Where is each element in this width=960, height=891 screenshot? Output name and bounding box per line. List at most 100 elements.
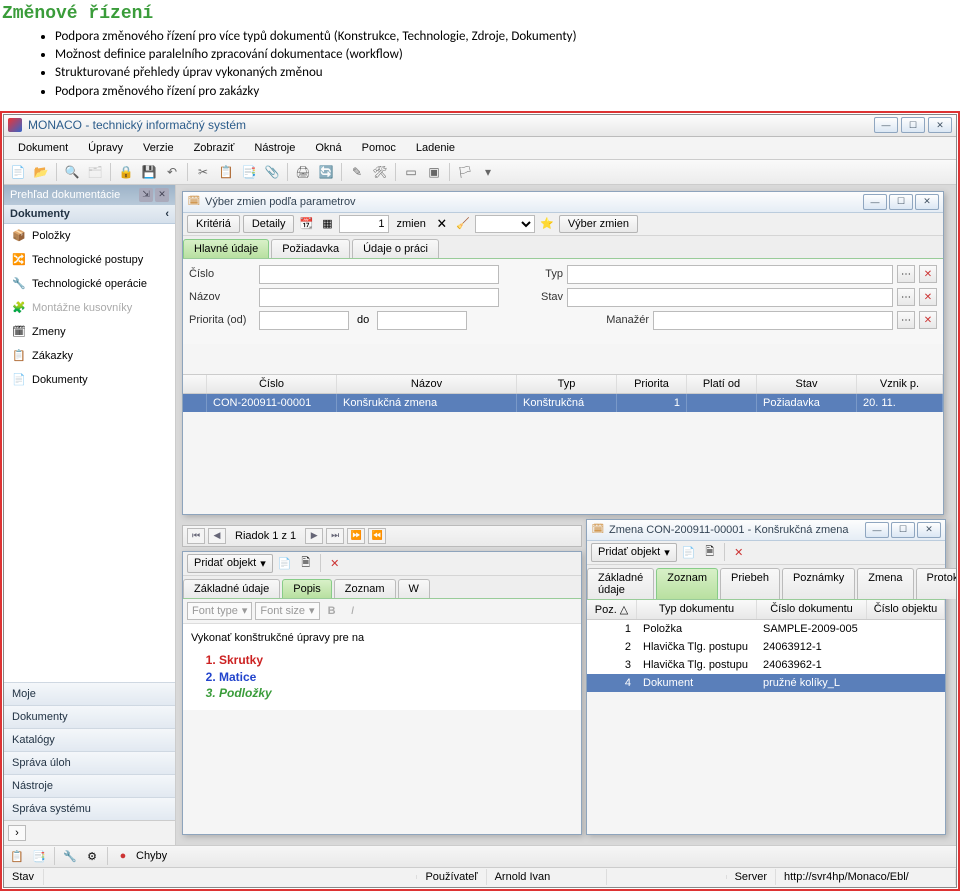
- tab-w[interactable]: W: [398, 579, 430, 598]
- font-size-combo[interactable]: Font size▾: [255, 602, 319, 620]
- sidebar-item-polozky[interactable]: 📦Položky: [4, 224, 175, 248]
- dropdown-icon[interactable]: ▾: [478, 162, 498, 182]
- accordion-sprava-systemu[interactable]: Správa systému: [4, 797, 175, 820]
- minimize-button[interactable]: —: [874, 117, 898, 133]
- delete-icon[interactable]: ✕: [730, 543, 748, 561]
- menu-zobrazit[interactable]: Zobraziť: [184, 139, 245, 157]
- tab-popis[interactable]: Popis: [282, 579, 332, 598]
- tool2-icon[interactable]: 🛠: [370, 162, 390, 182]
- tab-protokol[interactable]: Protokol: [916, 568, 956, 599]
- window2-icon[interactable]: ▣: [424, 162, 444, 182]
- tab-priebeh[interactable]: Priebeh: [720, 568, 780, 599]
- priorita-do-input[interactable]: [377, 311, 467, 330]
- detaily-button[interactable]: Detaily: [243, 215, 295, 233]
- col-plati-od[interactable]: Platí od: [687, 375, 757, 393]
- col-cislo[interactable]: Číslo: [207, 375, 337, 393]
- stav-input[interactable]: [567, 288, 893, 307]
- status-icon4[interactable]: ⚙: [83, 847, 101, 865]
- close-button[interactable]: ✕: [928, 117, 952, 133]
- tab-zakladne-udaje[interactable]: Základné údaje: [183, 579, 280, 598]
- col-cislo-dokumentu[interactable]: Číslo dokumentu: [757, 600, 867, 619]
- tool1-icon[interactable]: ✎: [347, 162, 367, 182]
- sidebar-item-postupy[interactable]: 🔀Technologické postupy: [4, 248, 175, 272]
- doc-row[interactable]: 2Hlavička Tlg. postupu24063912-1: [587, 638, 945, 656]
- maximize-button[interactable]: ☐: [901, 117, 925, 133]
- col-typ-dokumentu[interactable]: Typ dokumentu: [637, 600, 757, 619]
- accordion-moje[interactable]: Moje: [4, 682, 175, 705]
- chyby-label[interactable]: Chyby: [136, 850, 167, 862]
- col-vznik[interactable]: Vznik p.: [857, 375, 943, 393]
- typ-input[interactable]: [567, 265, 893, 284]
- win-min-button[interactable]: —: [865, 522, 889, 538]
- open-icon[interactable]: 📂: [31, 162, 51, 182]
- stav-lookup-button[interactable]: ⋯: [897, 288, 915, 306]
- undo-icon[interactable]: ↶: [162, 162, 182, 182]
- italic-button[interactable]: I: [344, 602, 362, 620]
- win-min-button[interactable]: —: [863, 194, 887, 210]
- pager-next-button[interactable]: ▶: [305, 528, 323, 544]
- sidebar-item-dokumenty[interactable]: 📄Dokumenty: [4, 368, 175, 392]
- menu-upravy[interactable]: Úpravy: [78, 139, 133, 157]
- remove-filter-icon[interactable]: 🗙: [433, 215, 451, 233]
- typ-clear-button[interactable]: ✕: [919, 265, 937, 283]
- pager-fastfwd-button[interactable]: ⏩: [347, 528, 365, 544]
- win-close-button[interactable]: ✕: [917, 522, 941, 538]
- tool-icon[interactable]: 📄: [276, 554, 294, 572]
- delete-icon[interactable]: ✕: [326, 554, 344, 572]
- filter-select[interactable]: [475, 215, 535, 233]
- error-icon[interactable]: ●: [114, 847, 132, 865]
- sidebar-section-dokumenty[interactable]: Dokumenty ‹: [4, 205, 175, 224]
- win-close-button[interactable]: ✕: [915, 194, 939, 210]
- sidebar-pin-icon[interactable]: ⇲: [139, 188, 153, 202]
- priorita-od-input[interactable]: [259, 311, 349, 330]
- vyber-zmien-button[interactable]: Výber zmien: [559, 215, 638, 233]
- menu-nastroje[interactable]: Nástroje: [244, 139, 305, 157]
- tool-icon2[interactable]: 🗎: [701, 543, 719, 561]
- doc-row[interactable]: 3Hlavička Tlg. postupu24063962-1: [587, 656, 945, 674]
- col-typ[interactable]: Typ: [517, 375, 617, 393]
- font-type-combo[interactable]: Font type▾: [187, 602, 252, 620]
- doc-row[interactable]: 1PoložkaSAMPLE-2009-005: [587, 620, 945, 638]
- copy-icon[interactable]: 📋: [216, 162, 236, 182]
- grid-icon[interactable]: ▦: [318, 215, 336, 233]
- sidebar-close-icon[interactable]: ✕: [155, 188, 169, 202]
- pager-prev-button[interactable]: ◀: [208, 528, 226, 544]
- lock-icon[interactable]: 🔒: [116, 162, 136, 182]
- col-blank[interactable]: [183, 375, 207, 393]
- sidebar-item-zakazky[interactable]: 📋Zákazky: [4, 344, 175, 368]
- sidebar-expand-button[interactable]: ›: [8, 825, 26, 841]
- win-max-button[interactable]: ☐: [891, 522, 915, 538]
- col-priorita[interactable]: Priorita: [617, 375, 687, 393]
- count-input[interactable]: [339, 215, 389, 233]
- tab-udaje-o-praci[interactable]: Údaje o práci: [352, 239, 439, 258]
- tab-hlavne-udaje[interactable]: Hlavné údaje: [183, 239, 269, 258]
- accordion-dokumenty[interactable]: Dokumenty: [4, 705, 175, 728]
- accordion-sprava-uloh[interactable]: Správa úloh: [4, 751, 175, 774]
- col-nazov[interactable]: Názov: [337, 375, 517, 393]
- doc-row[interactable]: 4Dokumentpružné kolíky_L: [587, 674, 945, 692]
- editor-body[interactable]: Vykonať konštrukčné úpravy pre na Skrutk…: [183, 624, 581, 710]
- status-icon2[interactable]: 📑: [30, 847, 48, 865]
- paste-special-icon[interactable]: 📎: [262, 162, 282, 182]
- manazer-input[interactable]: [653, 311, 893, 330]
- new-doc-icon[interactable]: 📄: [8, 162, 28, 182]
- tool-icon[interactable]: 📄: [680, 543, 698, 561]
- save-icon[interactable]: 💾: [139, 162, 159, 182]
- sidebar-item-operacie[interactable]: 🔧Technologické operácie: [4, 272, 175, 296]
- paste-icon[interactable]: 📑: [239, 162, 259, 182]
- stav-clear-button[interactable]: ✕: [919, 288, 937, 306]
- kriteria-button[interactable]: Kritériá: [187, 215, 240, 233]
- tab-zoznam[interactable]: Zoznam: [656, 568, 718, 599]
- refresh-icon[interactable]: 🔄: [316, 162, 336, 182]
- pridat-objekt-button[interactable]: Pridať objekt▾: [591, 543, 677, 562]
- tab-zakladne-udaje[interactable]: Základné údaje: [587, 568, 654, 599]
- cut-icon[interactable]: ✂: [193, 162, 213, 182]
- clear-icon[interactable]: 🧹: [454, 215, 472, 233]
- tab-zmena[interactable]: Zmena: [857, 568, 913, 599]
- win-max-button[interactable]: ☐: [889, 194, 913, 210]
- menu-okna[interactable]: Okná: [305, 139, 351, 157]
- collapse-icon[interactable]: ‹: [165, 208, 169, 220]
- star-icon[interactable]: ⭐: [538, 215, 556, 233]
- tab-poziadavka[interactable]: Požiadavka: [271, 239, 350, 258]
- search-icon[interactable]: 🔍: [62, 162, 82, 182]
